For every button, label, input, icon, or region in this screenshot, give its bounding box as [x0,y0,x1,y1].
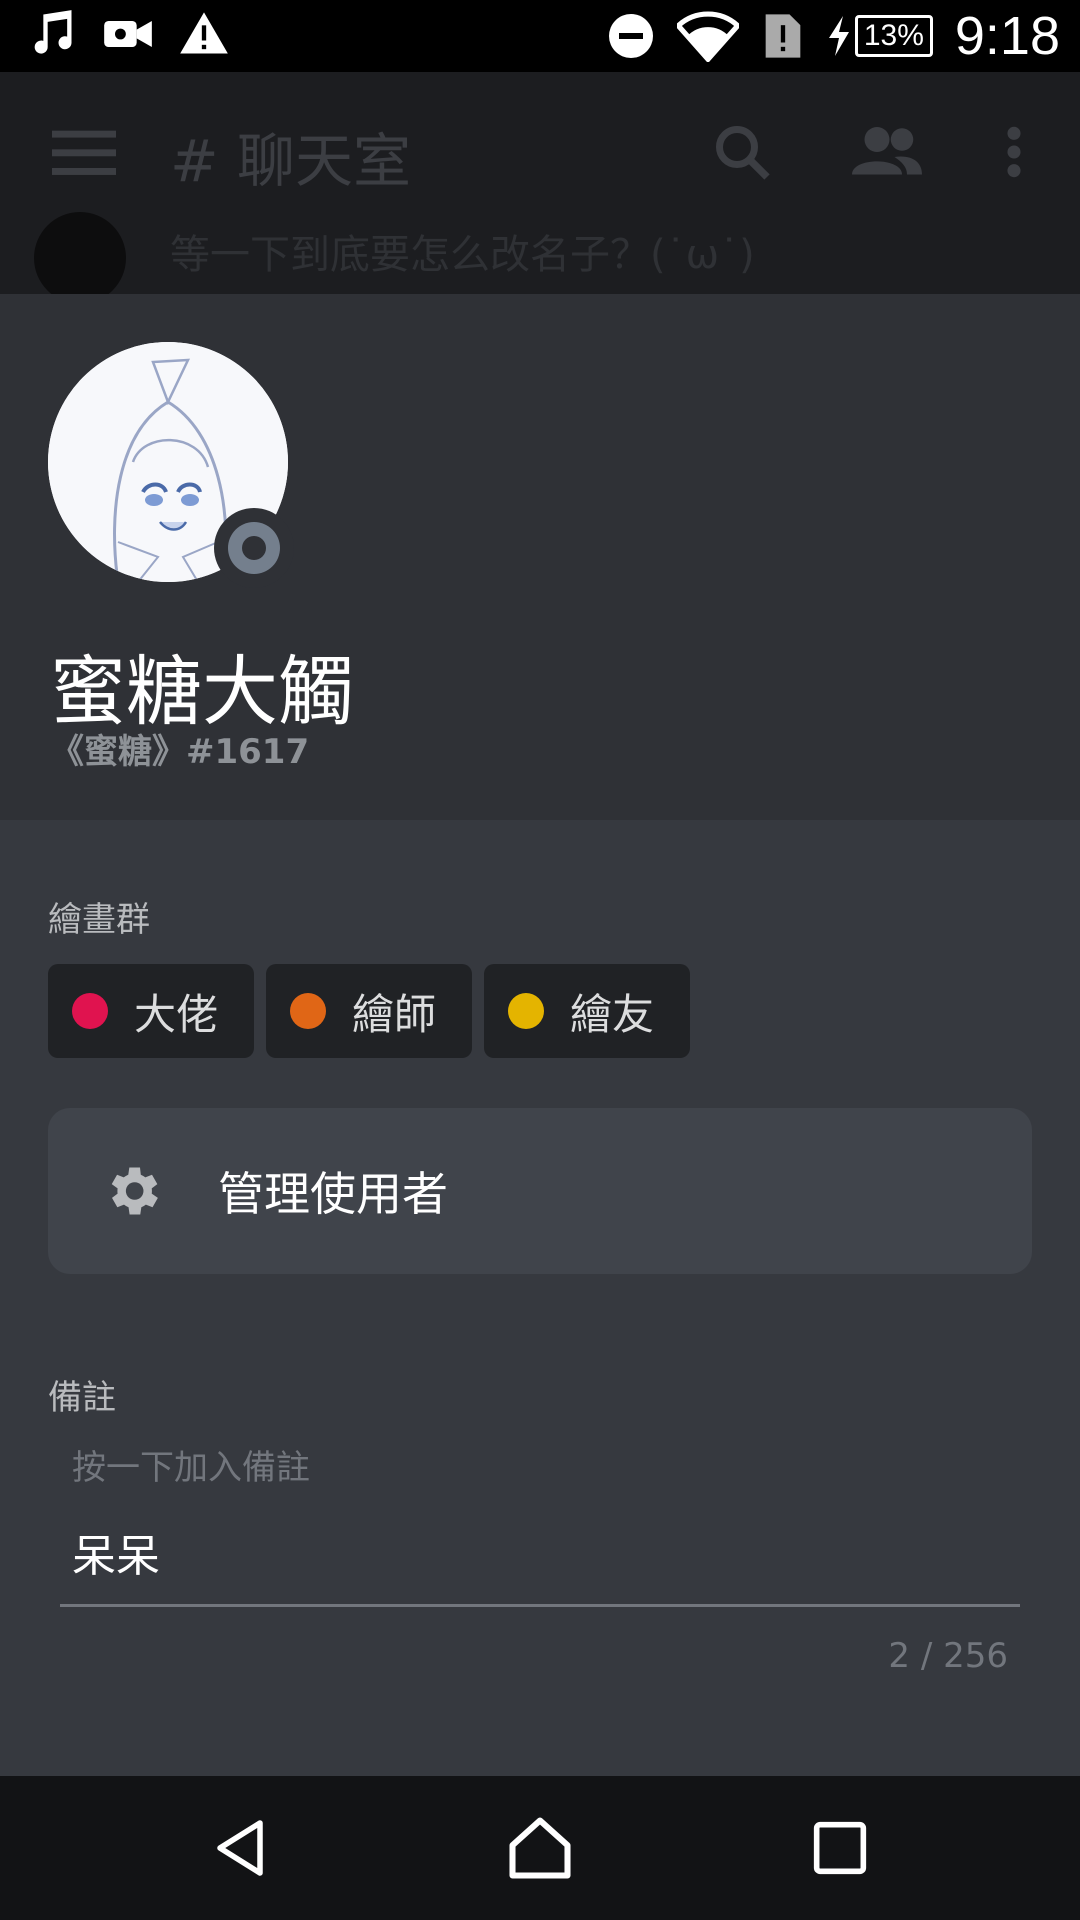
user-tag: 《蜜糖》#1617 [50,732,310,772]
note-section-label: 備註 [48,1378,116,1418]
sim-alert-icon [765,14,801,58]
note-char-counter: 2 / 256 [888,1636,1008,1676]
profile-header: 蜜糖大觸 《蜜糖》#1617 [0,294,1080,820]
recents-button[interactable] [800,1808,880,1888]
role-chip[interactable]: 繪友 [484,964,691,1058]
charging-icon [828,16,849,56]
home-button[interactable] [500,1808,580,1888]
role-name: 繪師 [352,989,437,1039]
role-chip[interactable]: 大佬 [48,964,255,1058]
roles-section-label: 繪畫群 [48,900,150,940]
navigation-bar [0,1776,1080,1920]
offline-status-icon [228,522,280,574]
note-input[interactable]: 呆呆 [72,1520,160,1584]
role-name: 大佬 [134,989,219,1039]
video-camera-icon [104,21,152,47]
manage-user-button[interactable]: 管理使用者 [48,1108,1032,1274]
roles-list: 大佬 繪師 繪友 [48,964,691,1058]
status-indicator [214,508,294,588]
role-name: 繪友 [570,989,655,1039]
back-button[interactable] [200,1808,280,1888]
status-icons-left [26,8,230,60]
chat-message-text: 等一下到底要怎么改名子？(˙ω˙) [170,232,755,278]
recents-icon [813,1821,867,1875]
home-icon [509,1817,571,1879]
clock: 9:18 [954,6,1060,66]
role-color-dot [508,993,545,1029]
role-color-dot [72,993,108,1029]
battery-percent: 13% [863,19,924,52]
music-icon [34,10,72,54]
wifi-icon [676,11,739,62]
note-input-underline [60,1604,1020,1607]
manage-user-label: 管理使用者 [218,1167,448,1221]
hamburger-menu-icon[interactable] [52,124,116,180]
search-icon[interactable] [712,122,772,182]
more-options-icon[interactable] [998,124,1030,180]
gear-icon [111,1167,158,1215]
status-bar: 13% 9:18 [0,0,1080,72]
background-chat: # 聊天室 等一下到底要怎么改名子？(˙ω˙) [0,72,1080,294]
members-icon[interactable] [852,124,922,180]
role-chip[interactable]: 繪師 [266,964,473,1058]
battery-icon: 13% [854,15,933,57]
profile-details-panel: 繪畫群 大佬 繪師 繪友 管理使用者 備註 按一下加入備註 呆呆 2 / 256 [0,820,1080,1776]
battery-indicator: 13% [827,15,933,57]
channel-title: # 聊天室 [170,127,412,195]
do-not-disturb-icon [608,14,653,58]
role-color-dot [290,993,327,1029]
chat-message-avatar [34,212,126,294]
status-icons-right: 13% 9:18 [607,4,1060,68]
warning-icon [180,12,228,54]
back-icon [217,1820,263,1876]
chat-toolbar: # 聊天室 [0,72,1080,232]
note-hint: 按一下加入備註 [72,1448,310,1488]
